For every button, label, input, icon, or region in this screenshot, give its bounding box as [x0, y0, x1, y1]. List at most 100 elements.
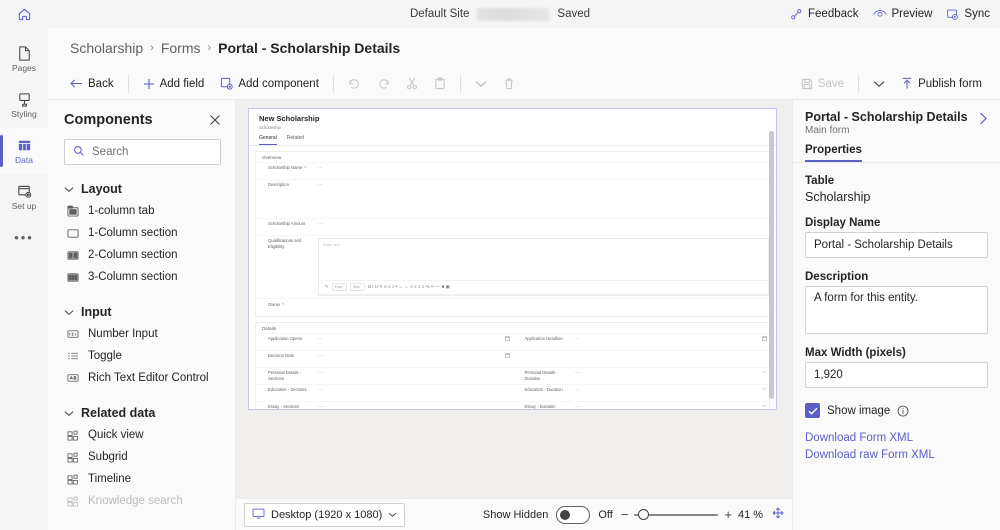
component-item-rich-text-editor-control[interactable]: Rich Text Editor Control — [48, 367, 235, 389]
format-painter-icon[interactable]: ✎ — [325, 284, 329, 290]
component-group-header-related-data[interactable]: Related data — [48, 402, 235, 424]
command-overflow-button[interactable] — [467, 71, 495, 97]
form-field-essay-duration[interactable]: Essay - Duration ---- — [513, 404, 770, 410]
device-size-select[interactable]: Desktop (1920 x 1080) — [244, 503, 405, 527]
component-item-quick-view[interactable]: Quick view — [48, 424, 235, 446]
form-field-row[interactable]: Education - Sections ---- Education - Du… — [256, 384, 769, 401]
form-field-row[interactable]: Personal Details - Sections ---- Persona… — [256, 367, 769, 385]
chevron-down-icon[interactable] — [759, 404, 769, 408]
rich-text-editor[interactable]: Enter text... ✎ Font Size B I U ✎ A ≡ ≡ … — [318, 238, 769, 296]
paint-bucket-icon — [16, 91, 33, 108]
calendar-icon[interactable] — [503, 336, 513, 341]
breadcrumb-item-forms[interactable]: Forms — [161, 40, 201, 56]
rail-item-setup[interactable]: Set up — [0, 174, 48, 220]
tab-properties[interactable]: Properties — [805, 144, 862, 162]
form-field-scholarship-amount[interactable]: Scholarship Amount ---- — [256, 221, 769, 227]
save-button[interactable]: Save — [793, 71, 852, 97]
rail-item-pages[interactable]: Pages — [0, 36, 48, 82]
component-group-header-layout[interactable]: Layout — [48, 178, 235, 200]
form-section-details[interactable]: Details Application Opens --- Applicatio… — [255, 322, 770, 410]
calendar-icon[interactable] — [503, 353, 513, 358]
info-icon[interactable] — [897, 405, 909, 417]
form-field-application-deadline[interactable]: Application Deadline --- — [513, 336, 770, 342]
form-field-row[interactable]: Essay - Sections ---- Essay - Duration -… — [256, 401, 769, 410]
form-canvas-area[interactable]: New Scholarship Scholarship General Rela… — [236, 100, 792, 498]
form-field-decision-date[interactable]: Decision Date ---- — [256, 353, 513, 359]
back-button[interactable]: Back — [62, 71, 122, 97]
rail-more-button[interactable]: ••• — [0, 220, 48, 254]
sync-button[interactable]: Sync — [946, 8, 990, 21]
rich-text-toolbar[interactable]: ✎ Font Size B I U ✎ A ≡ ≡ • → ← ≡ ≡ ≡ ≡ … — [319, 280, 768, 295]
rail-item-styling[interactable]: Styling — [0, 82, 48, 128]
form-field-education-sections[interactable]: Education - Sections ---- — [256, 387, 513, 393]
show-image-checkbox[interactable] — [805, 403, 820, 418]
component-item-1-column-section[interactable]: 1-Column section — [48, 222, 235, 244]
component-item-1-column-tab[interactable]: 1-column tab — [48, 200, 235, 222]
chevron-right-icon[interactable] — [979, 110, 988, 127]
cut-button[interactable] — [398, 71, 426, 97]
form-field-row[interactable]: Application Opens --- Application Deadli… — [256, 333, 769, 350]
component-item-subgrid[interactable]: Subgrid — [48, 446, 235, 468]
component-item-toggle[interactable]: Toggle — [48, 345, 235, 367]
form-field-personal-details-sections[interactable]: Personal Details - Sections ---- — [256, 370, 513, 383]
download-raw-form-xml-link[interactable]: Download raw Form XML — [805, 449, 988, 461]
fit-to-screen-icon[interactable] — [772, 507, 784, 522]
form-field-row[interactable]: Qualifications and Eligibility Enter tex… — [256, 235, 769, 298]
form-preview-frame[interactable]: New Scholarship Scholarship General Rela… — [248, 108, 777, 410]
form-field-owner[interactable]: Owner* — [256, 302, 769, 308]
font-family-select[interactable]: Font — [332, 283, 347, 291]
form-field-row[interactable]: Scholarship Amount ---- — [256, 218, 769, 235]
component-item-timeline[interactable]: Timeline — [48, 468, 235, 490]
form-section-overview[interactable]: Overview Scholarship Name* --- Descripti… — [255, 151, 770, 317]
arrow-left-icon — [70, 78, 83, 89]
component-item-number-input[interactable]: Number Input — [48, 323, 235, 345]
close-icon[interactable] — [209, 114, 221, 126]
paste-button[interactable] — [426, 71, 454, 97]
zoom-slider-thumb[interactable] — [638, 509, 649, 520]
canvas-vertical-scrollbar[interactable] — [769, 131, 774, 399]
component-item-3-column-section[interactable]: 3-Column section — [48, 266, 235, 288]
display-name-input[interactable] — [805, 232, 988, 258]
add-component-button[interactable]: Add component — [212, 71, 327, 97]
zoom-out-button[interactable]: − — [621, 508, 629, 521]
form-tab-related[interactable]: Related — [287, 135, 304, 145]
save-menu-button[interactable] — [865, 71, 893, 97]
form-field-qualifications-and-eligibility[interactable]: Qualifications and Eligibility Enter tex… — [256, 238, 769, 296]
calendar-icon[interactable] — [759, 336, 769, 341]
rail-item-data[interactable]: Data — [0, 128, 48, 174]
component-item-2-column-section[interactable]: 2-Column section — [48, 244, 235, 266]
rich-text-format-icons[interactable]: B I U ✎ A ≡ ≡ • → ← ≡ ≡ ≡ ≡ % ✂ — ■ ▣ — [368, 284, 450, 290]
redo-button[interactable] — [369, 71, 398, 97]
form-field-description[interactable]: Description --- — [256, 182, 769, 188]
form-field-application-opens[interactable]: Application Opens --- — [256, 336, 513, 342]
form-field-personal-details-duration[interactable]: Personal Details - Duration ---- — [513, 370, 770, 383]
form-field-row[interactable]: Decision Date ---- — [256, 350, 769, 367]
search-input[interactable] — [92, 146, 212, 158]
font-size-select[interactable]: Size — [350, 283, 365, 291]
max-width-input[interactable] — [805, 362, 988, 388]
breadcrumb-item-scholarship[interactable]: Scholarship — [70, 40, 143, 56]
undo-button[interactable] — [340, 71, 369, 97]
form-field-row[interactable]: Description --- — [256, 179, 769, 218]
delete-button[interactable] — [495, 71, 523, 97]
zoom-in-button[interactable]: + — [724, 508, 732, 521]
components-search[interactable] — [64, 139, 221, 165]
form-field-essay-sections[interactable]: Essay - Sections ---- — [256, 404, 513, 410]
chevron-down-icon[interactable] — [759, 387, 769, 391]
add-field-button[interactable]: Add field — [135, 71, 213, 97]
publish-form-button[interactable]: Publish form — [893, 71, 990, 97]
home-button[interactable] — [0, 0, 48, 28]
zoom-slider[interactable] — [634, 508, 718, 522]
form-field-education-duration[interactable]: Education - Duration ---- — [513, 387, 770, 393]
form-field-row[interactable]: Owner* — [256, 298, 769, 316]
form-tab-general[interactable]: General — [259, 135, 277, 145]
download-form-xml-link[interactable]: Download Form XML — [805, 432, 988, 444]
description-textarea[interactable]: A form for this entity. — [805, 286, 988, 334]
form-field-row[interactable]: Scholarship Name* --- — [256, 162, 769, 179]
component-group-header-input[interactable]: Input — [48, 301, 235, 323]
chevron-down-icon[interactable] — [759, 370, 769, 374]
feedback-button[interactable]: Feedback — [790, 8, 859, 21]
form-field-scholarship-name[interactable]: Scholarship Name* --- — [256, 165, 769, 171]
preview-button[interactable]: Preview — [873, 8, 933, 21]
show-hidden-toggle[interactable] — [556, 506, 590, 524]
